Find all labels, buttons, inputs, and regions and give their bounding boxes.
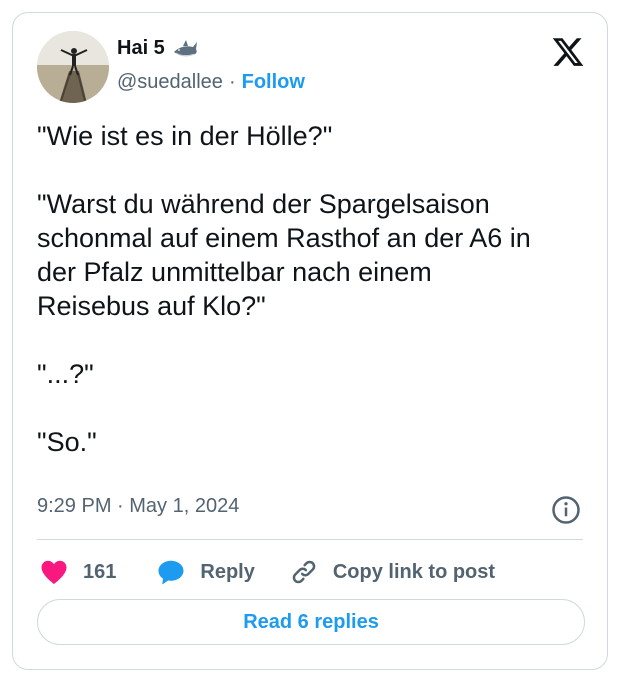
read-replies-button[interactable]: Read 6 replies (37, 599, 585, 645)
reply-button[interactable]: Reply (156, 557, 255, 587)
heart-icon (41, 560, 67, 584)
divider (37, 539, 583, 540)
tweet-embed-card: Hai 5 @suedallee · Follow "Wie ist es in… (12, 12, 608, 670)
tweet-line: "Warst du während der Spargelsaison (37, 189, 490, 219)
tweet-line: Reisebus auf Klo?" (37, 291, 266, 321)
profile-photo-icon (37, 31, 109, 103)
separator-dot: · (228, 71, 236, 93)
like-button[interactable]: 161 (39, 557, 116, 587)
author-handle[interactable]: @suedallee (117, 71, 223, 94)
tweet-line: "Wie ist es in der Hölle?" (37, 121, 333, 151)
follow-button[interactable]: Follow (242, 71, 305, 94)
author-display-name[interactable]: Hai 5 (117, 37, 165, 60)
tweet-timestamp[interactable]: 9:29 PM · May 1, 2024 (37, 495, 239, 518)
tweet-line: der Pfalz unmittelbar nach einem (37, 257, 432, 287)
author-name-row: Hai 5 (117, 37, 199, 60)
tweet-text: "Wie ist es in der Hölle?" "Warst du wäh… (37, 119, 597, 459)
copy-link-button[interactable]: Copy link to post (289, 557, 495, 587)
tweet-line: "...?" (37, 359, 94, 389)
reply-bubble-icon (158, 560, 184, 585)
tweet-actions: 161 Reply Copy link to post (39, 555, 495, 589)
tweet-line: schonmal auf einem Rasthof an der A6 in (37, 223, 531, 253)
info-icon[interactable] (551, 495, 581, 525)
tweet-line: "So." (37, 427, 97, 457)
shark-emoji-icon (173, 39, 197, 56)
copy-link-label: Copy link to post (332, 560, 496, 583)
author-handle-row: @suedallee · Follow (117, 71, 305, 94)
link-icon (292, 560, 316, 584)
avatar[interactable] (37, 31, 109, 103)
likes-count: 161 (83, 560, 117, 583)
reply-label: Reply (200, 560, 255, 583)
x-logo-icon[interactable] (551, 35, 585, 69)
